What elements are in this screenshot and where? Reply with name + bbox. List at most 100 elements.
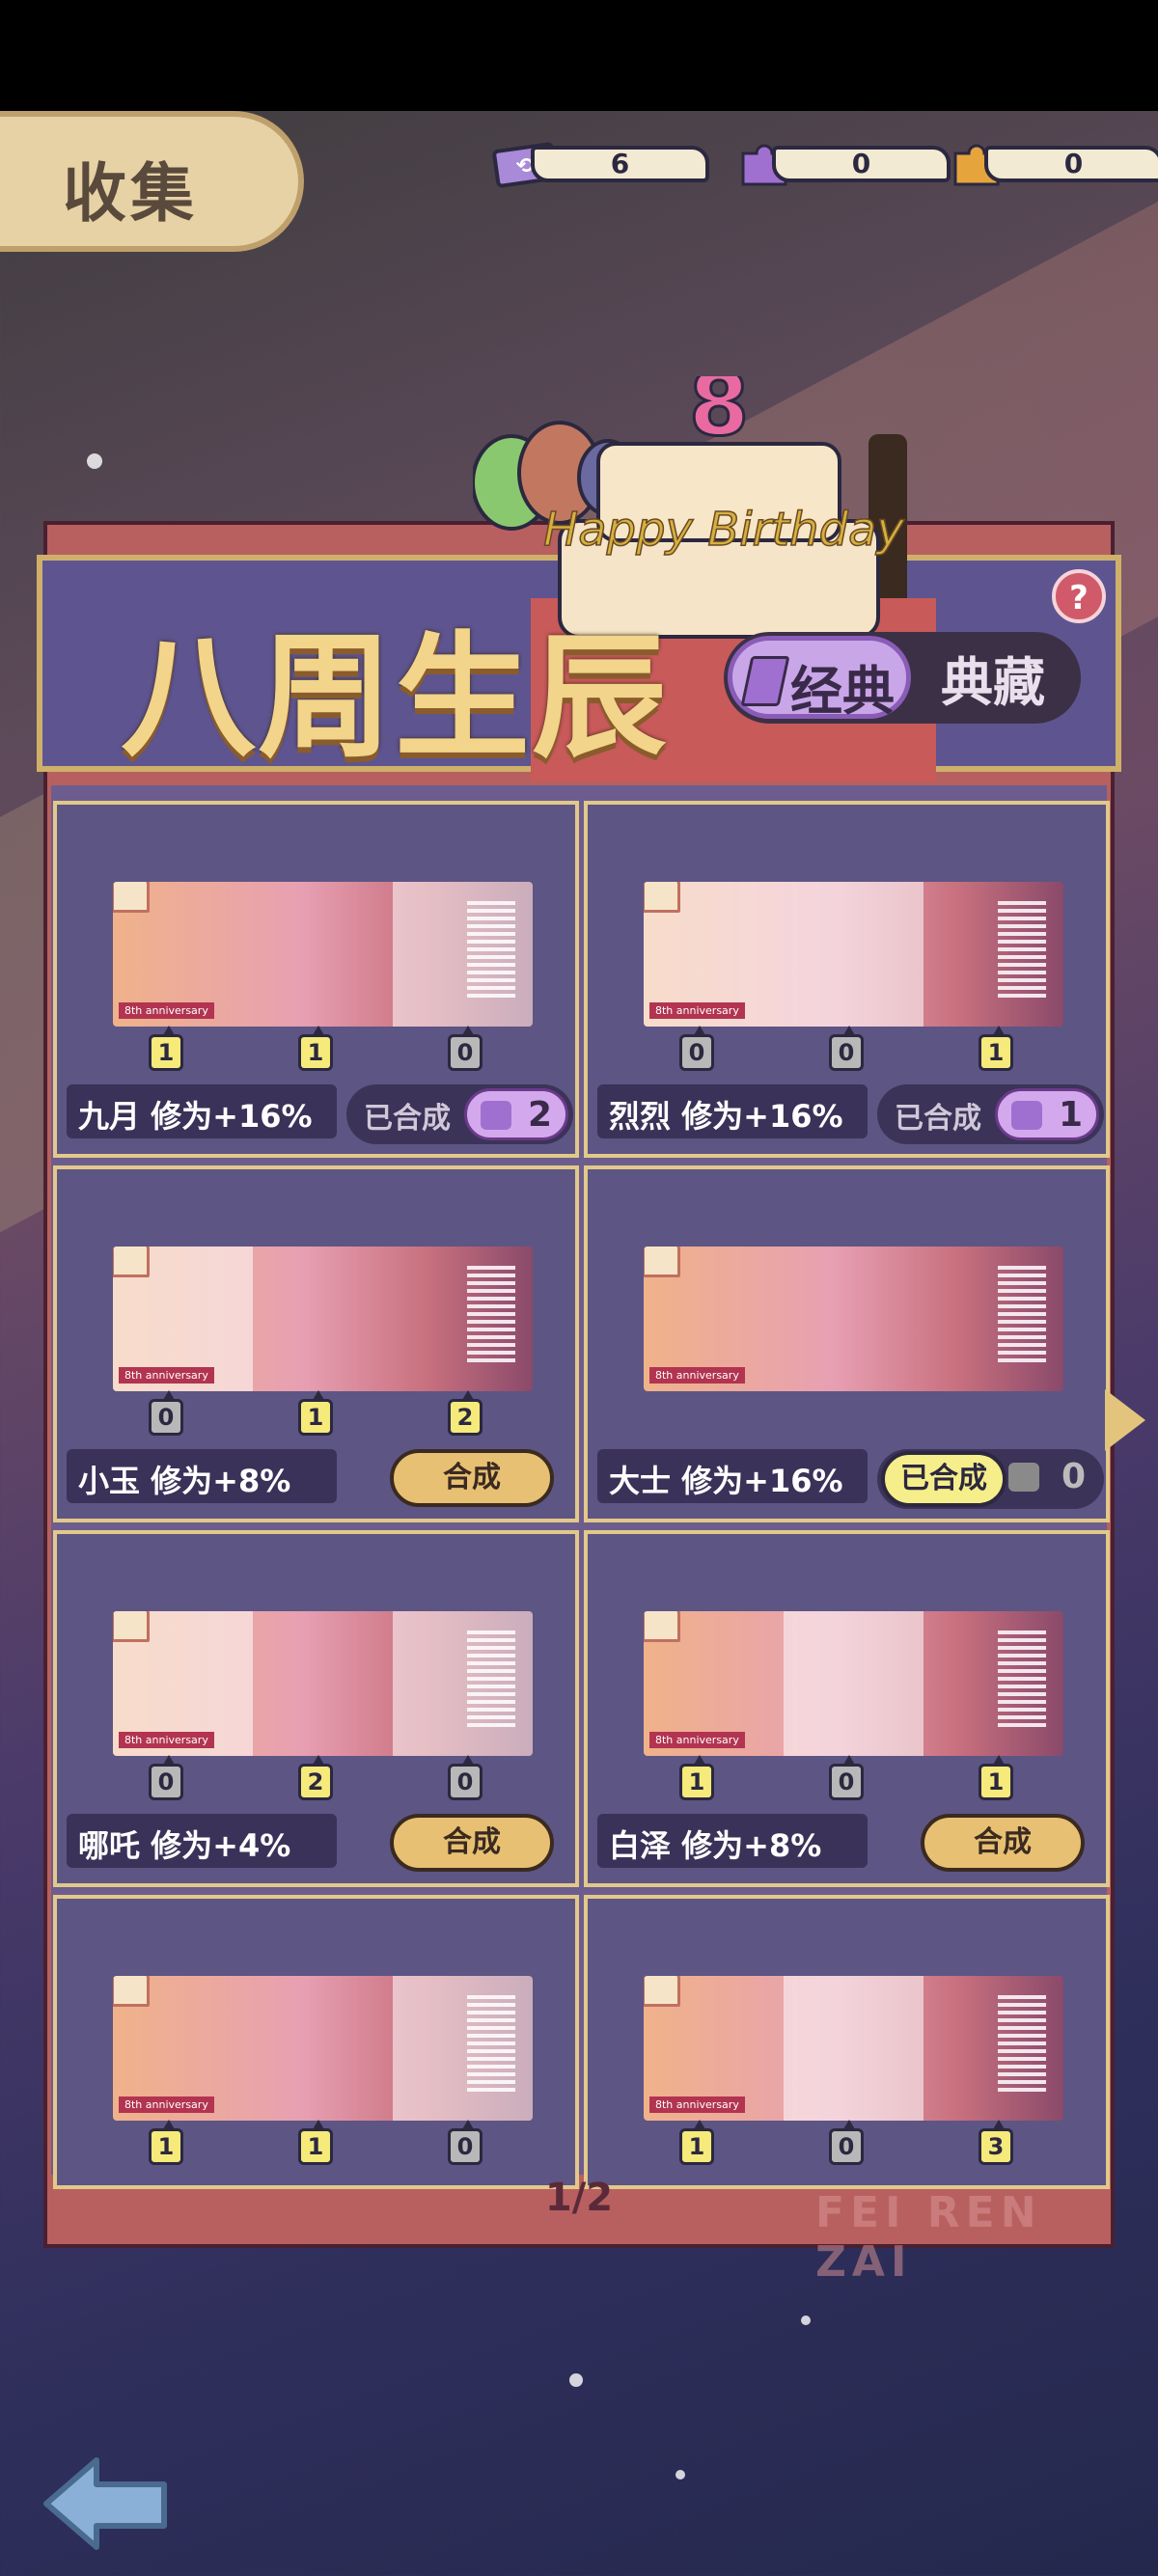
card-artwork: 8th anniversary xyxy=(113,1611,533,1756)
card-name-bar: 小玉 修为+8% xyxy=(67,1449,337,1503)
sparkle xyxy=(87,453,102,469)
card-name: 白泽 修为+8% xyxy=(609,1827,822,1864)
collection-card[interactable]: 8th anniversary 0 0 1 烈烈 修为+16% 已合成 1 xyxy=(584,801,1110,1158)
fragment-count-tag: 0 xyxy=(149,1390,183,1436)
collection-card[interactable]: 8th anniversary 1 0 1 白泽 修为+8% 合成 xyxy=(584,1530,1110,1887)
card-artwork: 8th anniversary xyxy=(113,882,533,1027)
puzzle-count-pill: 1 xyxy=(995,1088,1099,1140)
puzzle-fragment xyxy=(393,1976,533,2121)
purple-puzzle-count: 0 xyxy=(851,148,871,179)
collect-tab[interactable]: 收集 xyxy=(0,111,304,252)
puzzle-icon xyxy=(481,1101,511,1130)
fragment-count-tag: 2 xyxy=(448,1390,482,1436)
cake-icon xyxy=(644,1976,680,2007)
fragment-count-tag: 1 xyxy=(679,1755,714,1800)
edition-toggle[interactable]: 经典 典藏 xyxy=(724,632,1081,724)
card-name: 九月 修为+16% xyxy=(78,1098,313,1135)
card-artwork: 8th anniversary xyxy=(644,882,1063,1027)
svg-text:Happy Birthday: Happy Birthday xyxy=(543,503,904,557)
sparkle xyxy=(569,2373,583,2387)
fragment-count-tag: 1 xyxy=(298,1390,333,1436)
anniversary-label: 8th anniversary xyxy=(119,1367,214,1384)
card-name: 小玉 修为+8% xyxy=(78,1463,291,1499)
fragment-count-tag: 1 xyxy=(298,1026,333,1071)
banner-title: 八周生辰 xyxy=(121,619,670,777)
collection-card[interactable]: 8th anniversary 1 1 0 九月 修为+16% 已合成 2 xyxy=(53,801,579,1158)
puzzle-fragment xyxy=(924,882,1063,1027)
status-bar xyxy=(0,0,1158,111)
card-name-bar: 哪吒 修为+4% xyxy=(67,1814,337,1868)
card-artwork: 8th anniversary xyxy=(113,1976,533,2121)
next-page-arrow[interactable] xyxy=(1105,1389,1145,1451)
combined-status[interactable]: 已合成 0 xyxy=(877,1449,1104,1509)
collection-card[interactable]: 8th anniversary 0 2 0 哪吒 修为+4% 合成 xyxy=(53,1530,579,1887)
sparkle xyxy=(801,2316,811,2325)
puzzle-fragment xyxy=(253,1247,393,1391)
puzzle-fragment xyxy=(784,882,924,1027)
toggle-collection-label[interactable]: 典藏 xyxy=(941,640,1045,716)
collection-card[interactable]: 8th anniversary 大士 修为+16% 已合成 0 xyxy=(584,1165,1110,1522)
collection-card[interactable]: 8th anniversary 1 0 3 xyxy=(584,1895,1110,2189)
puzzle-count: 0 xyxy=(1061,1457,1086,1496)
puzzle-fragment xyxy=(924,1976,1063,2121)
card-name-bar: 烈烈 修为+16% xyxy=(597,1084,868,1138)
fragment-count-tag: 0 xyxy=(679,1026,714,1071)
puzzle-count: 1 xyxy=(1058,1095,1083,1135)
card-name: 大士 修为+16% xyxy=(609,1463,843,1499)
anniversary-label: 8th anniversary xyxy=(649,1367,745,1384)
combined-label: 已合成 xyxy=(881,1451,1006,1507)
puzzle-fragment xyxy=(784,1611,924,1756)
puzzle-fragment xyxy=(253,882,393,1027)
cake-icon xyxy=(113,1611,150,1642)
fragment-count-tag: 1 xyxy=(979,1755,1013,1800)
combined-status[interactable]: 已合成 1 xyxy=(877,1084,1104,1144)
fragment-count-tag: 0 xyxy=(829,2120,864,2165)
combine-button[interactable]: 合成 xyxy=(390,1449,554,1507)
puzzle-fragment xyxy=(393,882,533,1027)
collection-card[interactable]: 8th anniversary 1 1 0 xyxy=(53,1895,579,2189)
puzzle-icon xyxy=(1008,1463,1039,1492)
combined-status[interactable]: 已合成 2 xyxy=(346,1084,573,1144)
sparkle xyxy=(676,2470,685,2480)
fragment-count-tag: 0 xyxy=(448,1755,482,1800)
cake-icon xyxy=(113,1247,150,1277)
fragment-count-tag: 0 xyxy=(448,2120,482,2165)
card-artwork: 8th anniversary xyxy=(113,1247,533,1391)
fragment-count-tag: 2 xyxy=(298,1755,333,1800)
collect-label: 收集 xyxy=(63,156,198,231)
help-button[interactable]: ? xyxy=(1052,569,1106,623)
back-arrow-icon[interactable] xyxy=(39,2451,174,2557)
fragment-count-tag: 1 xyxy=(149,1026,183,1071)
puzzle-fragment xyxy=(784,1976,924,2121)
cake-icon xyxy=(113,882,150,913)
combine-button[interactable]: 合成 xyxy=(390,1814,554,1872)
anniversary-label: 8th anniversary xyxy=(119,1732,214,1748)
collection-card[interactable]: 8th anniversary 0 1 2 小玉 修为+8% 合成 xyxy=(53,1165,579,1522)
puzzle-icon xyxy=(1011,1101,1042,1130)
brand-watermark: FEI REN ZAI xyxy=(815,2188,1042,2287)
toggle-classic[interactable]: 经典 xyxy=(728,636,911,722)
puzzle-fragment xyxy=(253,1611,393,1756)
card-artwork: 8th anniversary xyxy=(644,1976,1063,2121)
fragment-count-tag: 0 xyxy=(448,1026,482,1071)
fragment-count-tag: 0 xyxy=(149,1755,183,1800)
fragment-count-tag: 1 xyxy=(298,2120,333,2165)
card-artwork: 8th anniversary xyxy=(644,1611,1063,1756)
fragment-count-tag: 3 xyxy=(979,2120,1013,2165)
combined-label: 已合成 xyxy=(895,1102,981,1136)
toggle-classic-label: 经典 xyxy=(790,661,895,722)
puzzle-count-pill: 0 xyxy=(995,1453,1099,1505)
cake-icon xyxy=(644,882,680,913)
card-name-bar: 大士 修为+16% xyxy=(597,1449,868,1503)
orange-puzzle-count: 0 xyxy=(1063,148,1084,179)
card-name-bar: 白泽 修为+8% xyxy=(597,1814,868,1868)
puzzle-count: 2 xyxy=(527,1095,552,1135)
card-name-bar: 九月 修为+16% xyxy=(67,1084,337,1138)
anniversary-label: 8th anniversary xyxy=(649,2096,745,2113)
combine-button[interactable]: 合成 xyxy=(921,1814,1085,1872)
fragment-count-tag: 1 xyxy=(149,2120,183,2165)
card-artwork: 8th anniversary xyxy=(644,1247,1063,1391)
ticket-count: 6 xyxy=(610,148,630,179)
anniversary-label: 8th anniversary xyxy=(119,1002,214,1019)
cake-icon xyxy=(644,1247,680,1277)
